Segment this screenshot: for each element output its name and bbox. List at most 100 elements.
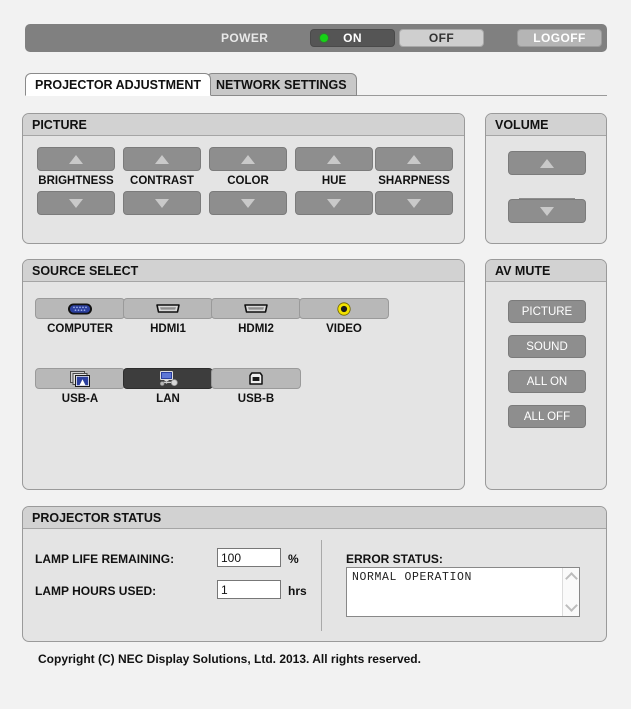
picture-control-brightness: BRIGHTNESS [37,147,115,215]
hue-up-button[interactable] [295,147,373,171]
volume-panel-title: VOLUME [486,114,606,136]
logoff-label: LOGOFF [533,31,586,45]
triangle-down-icon [540,206,554,216]
triangle-up-icon [69,154,83,164]
lamp-life-remaining-unit: % [288,552,299,566]
source-item-hdmi1: HDMI1 [123,298,213,335]
sharpness-label: SHARPNESS [378,175,450,187]
source-video-label: VIDEO [326,323,362,335]
source-usb-a-label: USB-A [61,393,99,405]
error-status-text: NORMAL OPERATION [352,571,473,584]
source-lan-label: LAN [156,393,180,405]
tab-network-settings-label: NETWORK SETTINGS [216,77,347,92]
hdmi-connector-icon [244,304,268,313]
lamp-life-remaining-label: LAMP LIFE REMAINING: [35,552,175,566]
triangle-up-icon [155,154,169,164]
triangle-down-icon [327,198,341,208]
picture-control-contrast: CONTRAST [123,147,201,215]
contrast-down-button[interactable] [123,191,201,215]
av-mute-picture-button[interactable]: PICTURE [508,300,586,323]
av-mute-panel-title: AV MUTE [486,260,606,282]
vga-connector-icon [68,303,92,314]
source-video-button[interactable] [299,298,389,319]
source-computer-label: COMPUTER [47,323,113,335]
power-on-button[interactable]: ON [310,29,395,47]
source-hdmi1-label: HDMI1 [150,323,186,335]
error-status-label: ERROR STATUS: [346,552,443,566]
volume-panel: VOLUME [485,113,607,244]
power-off-button[interactable]: OFF [399,29,484,47]
av-mute-picture-label: PICTURE [521,305,573,318]
triangle-up-icon [407,154,421,164]
hue-label: HUE [321,175,347,187]
hue-down-button[interactable] [295,191,373,215]
usb-a-photos-icon [70,370,90,387]
status-vertical-divider [321,540,322,631]
source-select-panel: SOURCE SELECT COMPUTER HDMI1 HDMI2 VIDEO… [22,259,465,490]
lamp-hours-used-input[interactable] [217,580,281,599]
chevron-down-icon[interactable] [564,599,578,612]
source-item-lan: LAN [123,368,213,405]
av-mute-all-on-button[interactable]: ALL ON [508,370,586,393]
lan-network-icon [159,370,178,386]
source-lan-button[interactable] [123,368,213,389]
triangle-up-icon [327,154,341,164]
color-down-button[interactable] [209,191,287,215]
chevron-up-icon[interactable] [564,572,578,585]
logoff-button[interactable]: LOGOFF [517,29,602,47]
projector-status-panel-title: PROJECTOR STATUS [23,507,606,529]
source-usb-a-button[interactable] [35,368,125,389]
brightness-label: BRIGHTNESS [38,175,114,187]
picture-control-hue: HUE [295,147,373,215]
tab-projector-adjustment[interactable]: PROJECTOR ADJUSTMENT [25,73,211,96]
source-item-computer: COMPUTER [35,298,125,335]
source-usb-b-button[interactable] [211,368,301,389]
source-hdmi1-button[interactable] [123,298,213,319]
source-usb-b-label: USB-B [237,393,275,405]
contrast-up-button[interactable] [123,147,201,171]
power-led-icon [320,34,328,42]
tab-network-settings[interactable]: NETWORK SETTINGS [206,73,357,96]
triangle-up-icon [540,158,554,168]
av-mute-panel: AV MUTE PICTURE SOUND ALL ON ALL OFF [485,259,607,490]
triangle-down-icon [69,198,83,208]
power-off-label: OFF [428,31,455,45]
av-mute-sound-label: SOUND [526,340,568,353]
source-hdmi2-button[interactable] [211,298,301,319]
brightness-down-button[interactable] [37,191,115,215]
power-label: POWER [221,31,269,45]
color-label: COLOR [227,175,269,187]
av-mute-sound-button[interactable]: SOUND [508,335,586,358]
source-hdmi2-label: HDMI2 [238,323,274,335]
contrast-label: CONTRAST [130,175,194,187]
tab-strip: PROJECTOR ADJUSTMENT NETWORK SETTINGS [25,73,607,96]
sharpness-down-button[interactable] [375,191,453,215]
usb-b-port-icon [249,371,263,385]
picture-control-color: COLOR [209,147,287,215]
volume-down-button[interactable] [508,199,586,223]
picture-panel-title: PICTURE [23,114,464,136]
lamp-life-remaining-input[interactable] [217,548,281,567]
error-status-scrollbar[interactable] [562,568,579,616]
projector-status-panel: PROJECTOR STATUS LAMP LIFE REMAINING: % … [22,506,607,642]
av-mute-all-on-label: ALL ON [526,375,568,388]
picture-panel: PICTURE BRIGHTNESS CONTRAST COLOR HUE SH… [22,113,465,244]
lamp-hours-used-label: LAMP HOURS USED: [35,584,157,598]
sharpness-up-button[interactable] [375,147,453,171]
power-bar: POWER ON OFF LOGOFF [25,24,607,52]
brightness-up-button[interactable] [37,147,115,171]
copyright-text: Copyright (C) NEC Display Solutions, Ltd… [38,652,421,666]
triangle-down-icon [155,198,169,208]
lamp-hours-used-unit: hrs [288,584,307,598]
hdmi-connector-icon [156,304,180,313]
source-item-usb-b: USB-B [211,368,301,405]
volume-up-button[interactable] [508,151,586,175]
picture-control-sharpness: SHARPNESS [375,147,453,215]
color-up-button[interactable] [209,147,287,171]
triangle-down-icon [241,198,255,208]
av-mute-all-off-label: ALL OFF [523,410,571,423]
source-computer-button[interactable] [35,298,125,319]
error-status-box: NORMAL OPERATION [346,567,580,617]
power-on-label: ON [343,31,362,45]
av-mute-all-off-button[interactable]: ALL OFF [508,405,586,428]
